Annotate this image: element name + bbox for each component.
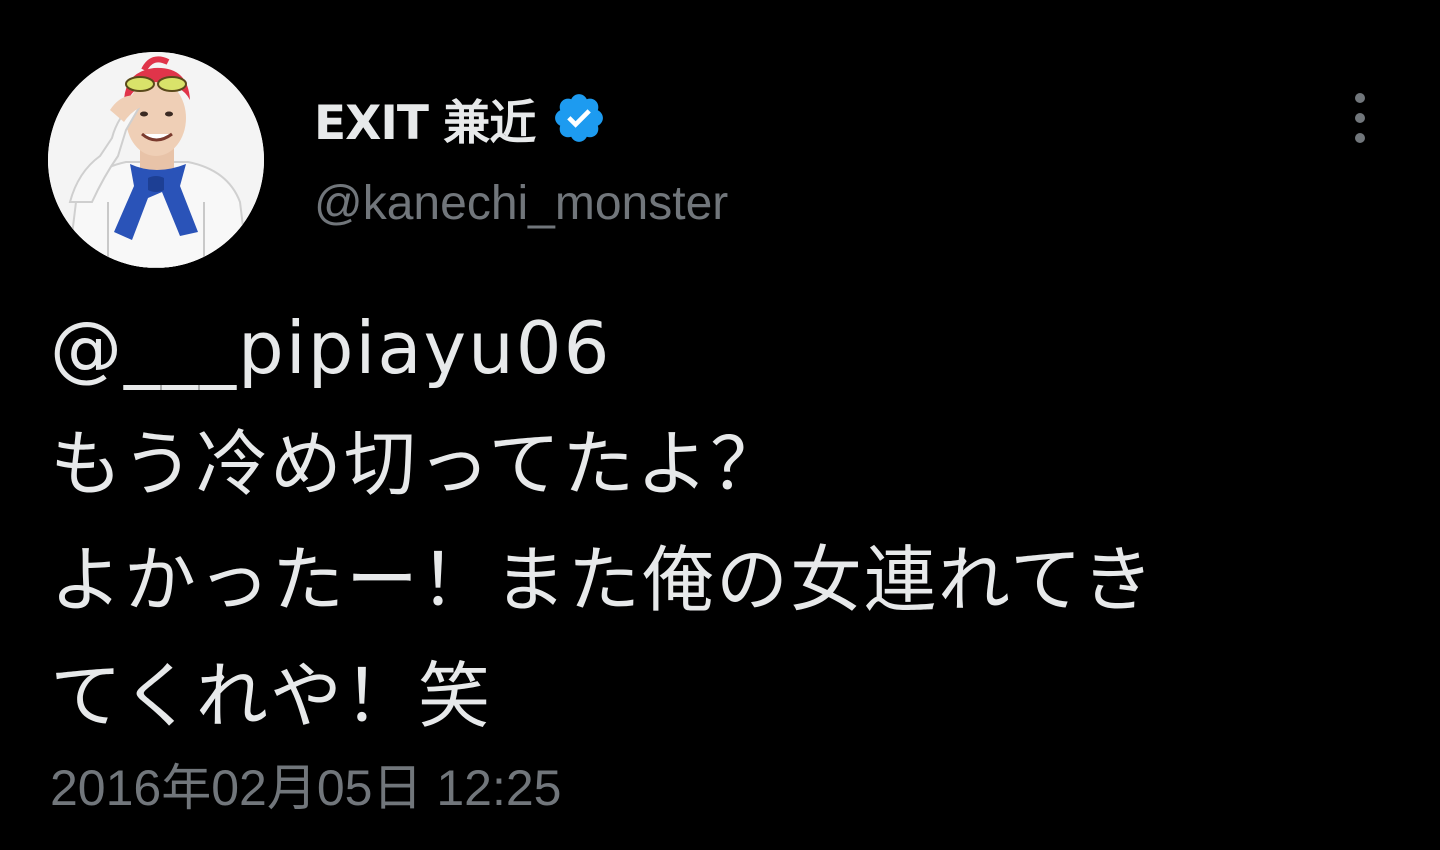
author-name-row[interactable]: EXIT 兼近 [314, 84, 607, 152]
tweet-line-3: てくれや！笑 [50, 654, 492, 738]
more-options-icon[interactable] [1336, 88, 1384, 148]
mention-link[interactable]: @___pipiayu06 [50, 290, 1410, 406]
avatar[interactable] [48, 52, 264, 268]
tweet-timestamp[interactable]: 2016年02月05日 12:25 [50, 748, 561, 820]
display-name[interactable]: EXIT 兼近 [314, 84, 536, 153]
author-handle[interactable]: @kanechi_monster [314, 176, 728, 231]
avatar-image [48, 52, 264, 268]
tweet-text: @___pipiayu06 もう冷め切ってたよ？ よかったー！また俺の女連れてき… [50, 290, 1410, 754]
tweet-line-2: よかったー！また俺の女連れてき [50, 538, 1156, 622]
tweet-card: EXIT 兼近 @kanechi_monster @___pipiayu06 も… [0, 0, 1440, 850]
verified-badge-icon [551, 90, 607, 146]
tweet-line-1: もう冷め切ってたよ？ [50, 422, 785, 506]
